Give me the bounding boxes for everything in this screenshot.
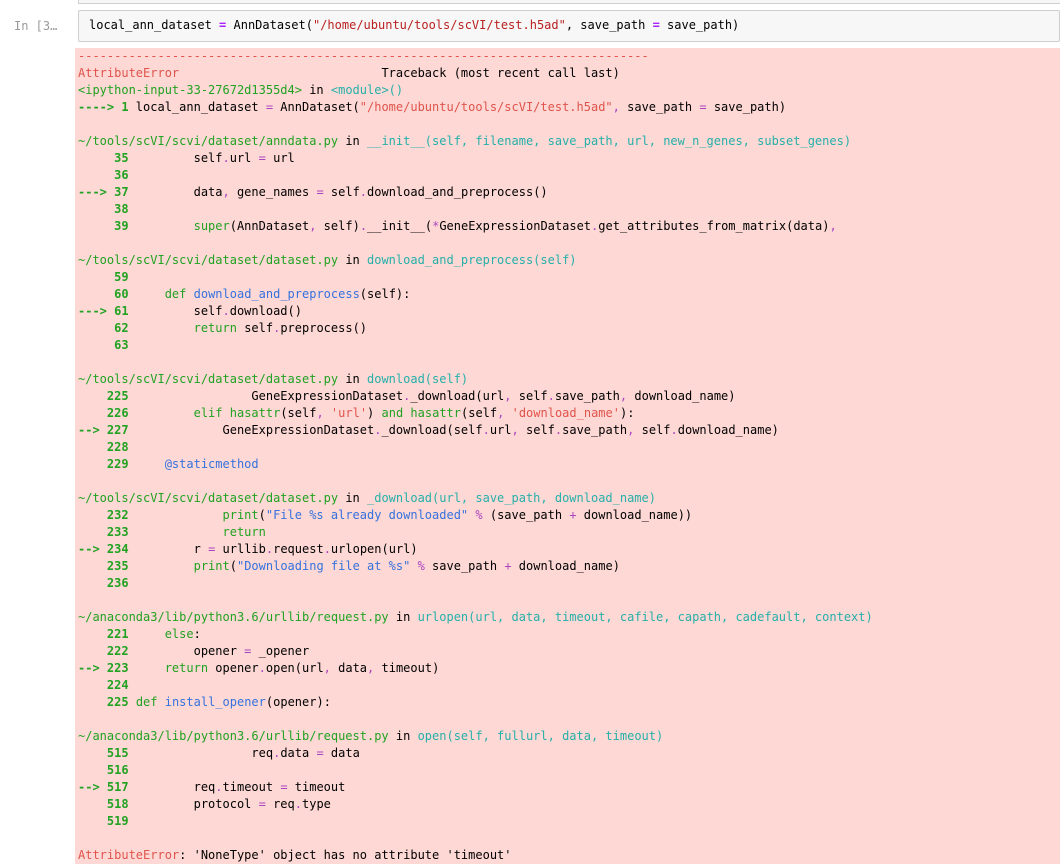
traceback-text: ----------------------------------------… — [78, 49, 873, 862]
error-output-area: ----------------------------------------… — [75, 48, 1060, 864]
previous-cell-edge[interactable] — [78, 0, 1060, 4]
input-code[interactable]: local_ann_dataset = AnnDataset("/home/ub… — [89, 18, 1051, 33]
code-input-editor[interactable]: local_ann_dataset = AnnDataset("/home/ub… — [78, 10, 1060, 42]
input-prompt: In [3… — [14, 19, 58, 33]
